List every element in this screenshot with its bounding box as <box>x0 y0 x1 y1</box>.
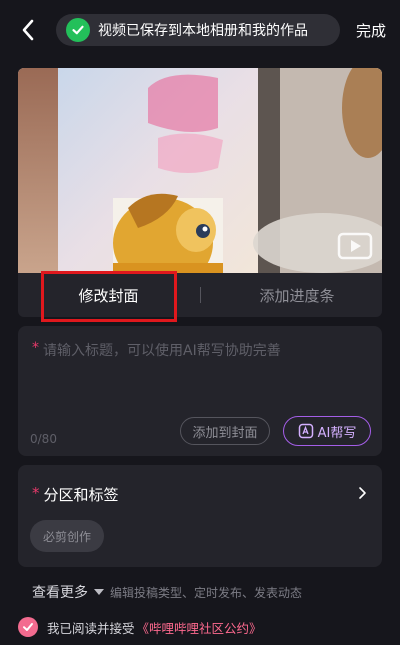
video-thumbnail <box>18 68 382 273</box>
required-mark: * <box>32 340 39 356</box>
done-button[interactable]: 完成 <box>356 20 386 41</box>
agreement-row: 我已阅读并接受 《哔哩哔哩社区公约》 <box>18 616 262 638</box>
add-to-cover-button[interactable]: 添加到封面 <box>180 417 270 445</box>
required-mark: * <box>32 484 40 502</box>
toast-text: 视频已保存到本地相册和我的作品 <box>98 23 308 39</box>
play-icon <box>337 232 373 260</box>
cover-tab-bar: 修改封面 添加进度条 <box>18 273 382 317</box>
title-placeholder: 请输入标题，可以使用AI帮写协助完善 <box>43 343 281 359</box>
category-card[interactable]: * 分区和标签 必剪创作 <box>18 465 382 567</box>
video-preview[interactable] <box>18 68 382 273</box>
char-count: 0/80 <box>30 432 57 446</box>
ai-help-label: AI帮写 <box>317 425 357 441</box>
community-rules-link[interactable]: 《哔哩哔哩社区公约》 <box>137 618 262 637</box>
back-button[interactable] <box>14 16 42 44</box>
tab-divider <box>200 287 201 303</box>
category-title: * 分区和标签 <box>32 484 119 505</box>
add-progress-bar-button[interactable]: 添加进度条 <box>232 273 362 317</box>
more-options-row[interactable]: 查看更多 编辑投稿类型、定时发布、发表动态 <box>32 582 302 602</box>
category-title-text: 分区和标签 <box>43 486 119 504</box>
title-card: * 请输入标题，可以使用AI帮写协助完善 0/80 添加到封面 AI帮写 <box>18 326 382 456</box>
tag-chip[interactable]: 必剪创作 <box>30 520 104 552</box>
check-icon <box>23 623 33 631</box>
check-circle-icon <box>66 18 90 42</box>
agreement-text: 我已阅读并接受 <box>47 620 135 636</box>
edit-cover-button[interactable]: 修改封面 <box>40 273 177 317</box>
more-label: 查看更多 <box>32 585 88 601</box>
chevron-left-icon <box>22 19 34 41</box>
agreement-checkbox[interactable] <box>18 617 38 637</box>
ai-sparkle-icon <box>298 423 314 439</box>
more-description: 编辑投稿类型、定时发布、发表动态 <box>110 585 303 600</box>
caret-down-icon <box>94 588 104 596</box>
saved-toast: 视频已保存到本地相册和我的作品 <box>56 14 340 46</box>
top-bar: 视频已保存到本地相册和我的作品 完成 <box>0 0 400 62</box>
title-input[interactable]: * 请输入标题，可以使用AI帮写协助完善 <box>32 340 370 360</box>
chevron-right-icon <box>359 487 366 499</box>
ai-help-button[interactable]: AI帮写 <box>283 416 371 446</box>
